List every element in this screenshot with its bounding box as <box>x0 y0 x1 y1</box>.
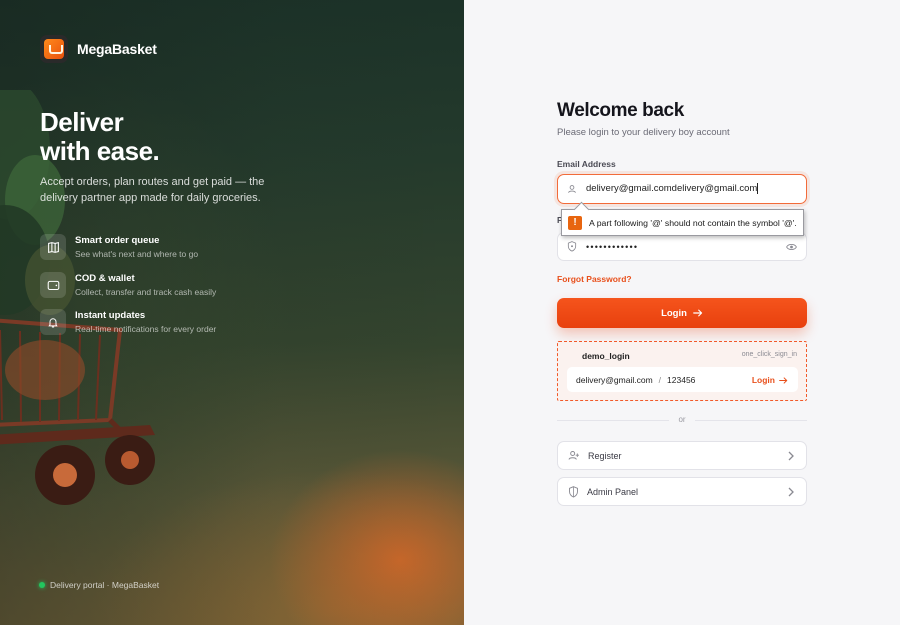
hero-panel: MegaBasket Deliver with ease. Accept ord… <box>0 0 464 625</box>
feature-item: Instant updates Real-time notifications … <box>40 309 216 347</box>
brand-logo <box>40 35 68 63</box>
email-field[interactable]: delivery@gmail.comdelivery@gmail.com <box>557 174 807 204</box>
eye-icon[interactable] <box>786 242 797 252</box>
page-title: Welcome back <box>557 100 684 121</box>
password-field[interactable]: •••••••••••• <box>557 232 807 261</box>
map-icon <box>40 234 66 260</box>
login-button-label: Login <box>661 307 687 319</box>
feature-title: Instant updates <box>75 310 146 321</box>
feature-subtitle: Collect, transfer and track cash easily <box>75 286 217 297</box>
headline-line-1: Deliver <box>40 107 124 137</box>
login-button[interactable]: Login <box>557 298 807 328</box>
forgot-password-link[interactable]: Forgot Password? <box>557 274 632 284</box>
feature-subtitle: See what's next and where to go <box>75 249 199 259</box>
email-label: Email Address <box>557 159 616 169</box>
brand: MegaBasket <box>40 35 157 63</box>
hero-lead: Accept orders, plan routes and get paid … <box>40 176 265 204</box>
demo-login-label: Login <box>751 375 775 385</box>
feature-subtitle: Real-time notifications for every order <box>75 324 217 334</box>
password-value: •••••••••••• <box>586 241 639 252</box>
shield-icon <box>569 485 578 497</box>
portal-status-text: Delivery portal · MegaBasket <box>50 580 160 590</box>
add-user-icon <box>568 451 579 460</box>
arrow-right-icon <box>693 309 703 317</box>
feature-item: COD & wallet Collect, transfer and track… <box>40 271 217 310</box>
divider-or: or <box>678 415 686 424</box>
validation-tooltip: ! A part following '@' should not contai… <box>561 209 804 236</box>
headline-line-2: with ease. <box>40 136 160 166</box>
shield-icon <box>567 241 577 252</box>
brand-name: MegaBasket <box>77 41 157 57</box>
feature-title: COD & wallet <box>75 272 135 284</box>
chevron-right-icon <box>788 487 794 497</box>
warning-icon: ! <box>568 215 582 230</box>
register-button[interactable]: Register <box>557 441 807 470</box>
portal-status: Delivery portal · MegaBasket <box>39 580 159 590</box>
bell-icon <box>40 309 66 335</box>
demo-tag: one_click_sign_in <box>741 351 797 358</box>
wallet-icon <box>40 271 66 298</box>
feature-item: Smart order queue See what's next and wh… <box>40 234 216 272</box>
feature-title: Smart order queue <box>75 235 160 246</box>
hero-headline: Deliver with ease. <box>40 107 160 166</box>
admin-panel-button[interactable]: Admin Panel <box>557 477 807 506</box>
admin-panel-label: Admin Panel <box>587 486 639 497</box>
chevron-right-icon <box>788 451 794 461</box>
feature-list: Smart order queue See what's next and wh… <box>40 234 216 347</box>
demo-title: demo_login <box>582 351 630 361</box>
page-subtitle: Please login to your delivery boy accoun… <box>557 127 730 138</box>
register-label: Register <box>588 450 622 461</box>
arrow-right-icon <box>779 376 788 384</box>
demo-login-card: demo_login one_click_sign_in delivery@gm… <box>557 341 807 401</box>
demo-credentials-row[interactable]: delivery@gmail.com / 123456 Login <box>567 367 798 392</box>
email-value: delivery@gmail.comdelivery@gmail.com <box>586 183 759 195</box>
user-icon <box>568 185 576 193</box>
demo-login-button[interactable]: Login <box>752 375 788 385</box>
demo-email: delivery@gmail.com <box>576 374 653 385</box>
demo-separator: / <box>658 374 662 385</box>
online-status-dot <box>39 582 45 588</box>
validation-message: A part following '@' should not contain … <box>589 217 797 228</box>
demo-password: 123456 <box>667 374 696 385</box>
